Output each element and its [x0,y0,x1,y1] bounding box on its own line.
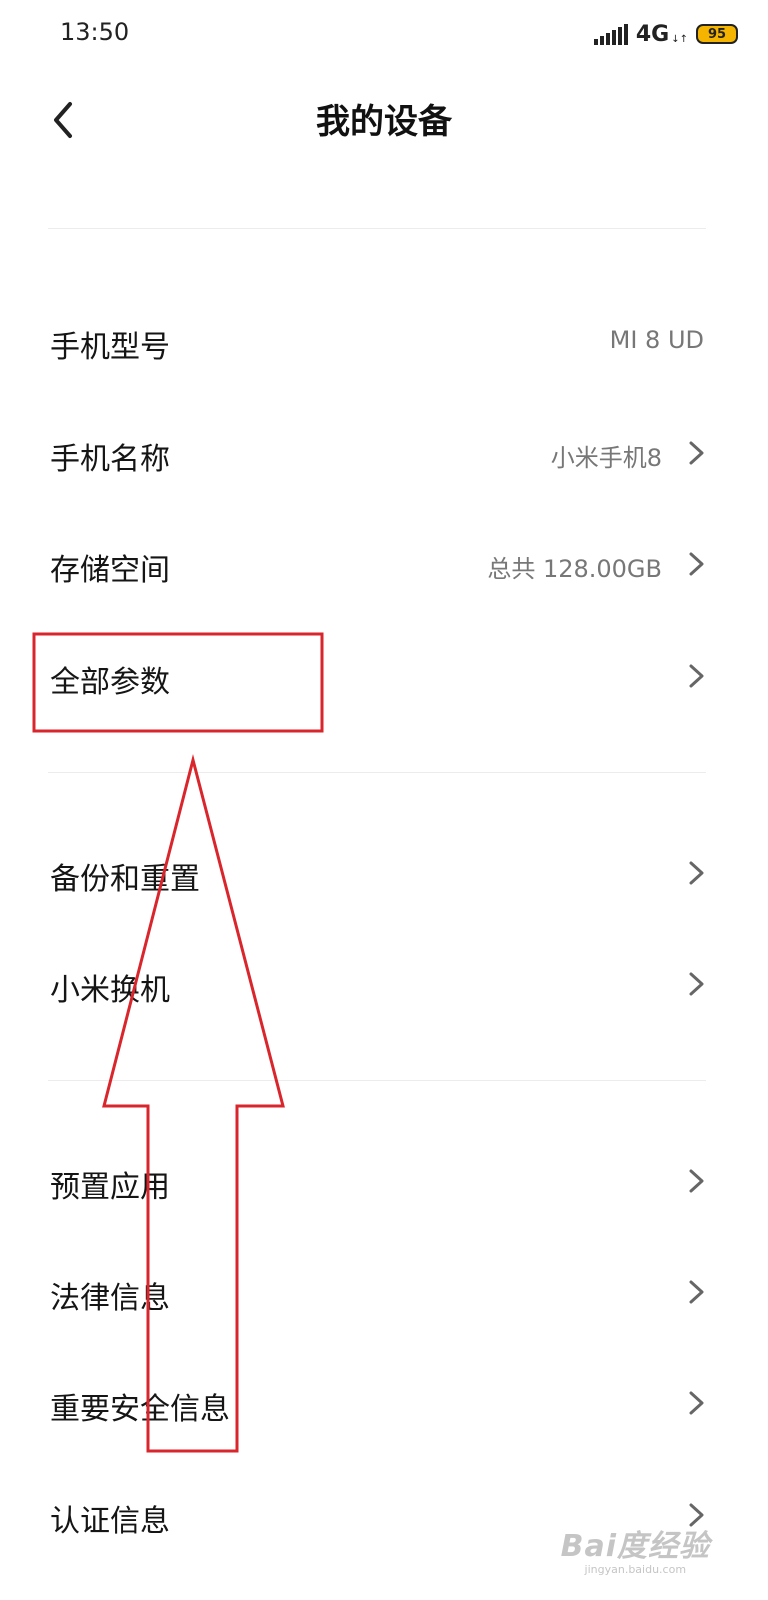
row-label: 预置应用 [50,1170,170,1205]
row-mi-mover[interactable]: 小米换机 [0,939,768,1029]
row-backup-reset[interactable]: 备份和重置 [0,828,768,918]
row-label: 手机名称 [50,442,170,477]
divider [48,1080,706,1081]
signal-icon [593,23,628,45]
battery-level: 95 [707,26,727,42]
row-storage[interactable]: 存储空间 总共 128.00GB [0,519,768,609]
row-label: 小米换机 [50,973,170,1008]
chevron-right-icon [689,441,704,465]
row-phone-name[interactable]: 手机名称 小米手机8 [0,408,768,498]
row-all-specs[interactable]: 全部参数 [0,631,768,721]
chevron-right-icon [689,664,704,688]
status-bar: 13:50 4G ↓↑ 95 [0,0,768,66]
row-label: 重要安全信息 [50,1392,230,1427]
page-header: 我的设备 [0,80,768,160]
status-time: 13:50 [60,18,130,46]
row-value: 总共 128.00GB [487,555,662,583]
row-label: 手机型号 [50,330,170,365]
row-value: MI 8 UD [609,326,704,354]
divider [48,772,706,773]
row-label: 法律信息 [50,1281,170,1316]
battery-icon: 95 [696,24,738,44]
network-type: 4G [635,21,670,47]
status-icons: 4G ↓↑ 95 [593,20,738,48]
data-activity-icon: ↓↑ [671,33,688,45]
watermark-brand: Bai度经验 [560,1529,710,1564]
chevron-right-icon [689,1391,704,1415]
chevron-right-icon [689,552,704,576]
row-legal-info[interactable]: 法律信息 [0,1247,768,1337]
chevron-right-icon [689,1280,704,1304]
chevron-right-icon [689,1169,704,1193]
row-label: 备份和重置 [50,862,200,897]
divider [48,228,706,229]
row-label: 认证信息 [50,1504,170,1539]
row-preinstalled-apps[interactable]: 预置应用 [0,1136,768,1226]
chevron-right-icon [689,861,704,885]
page-title: 我的设备 [316,102,452,142]
row-safety-info[interactable]: 重要安全信息 [0,1358,768,1448]
chevron-right-icon [689,972,704,996]
row-label: 存储空间 [50,553,170,588]
row-phone-model: 手机型号 MI 8 UD [0,296,768,386]
row-label: 全部参数 [50,665,170,700]
row-value: 小米手机8 [550,444,662,472]
watermark: Bai度经验 jingyan.baidu.com [561,1521,710,1576]
